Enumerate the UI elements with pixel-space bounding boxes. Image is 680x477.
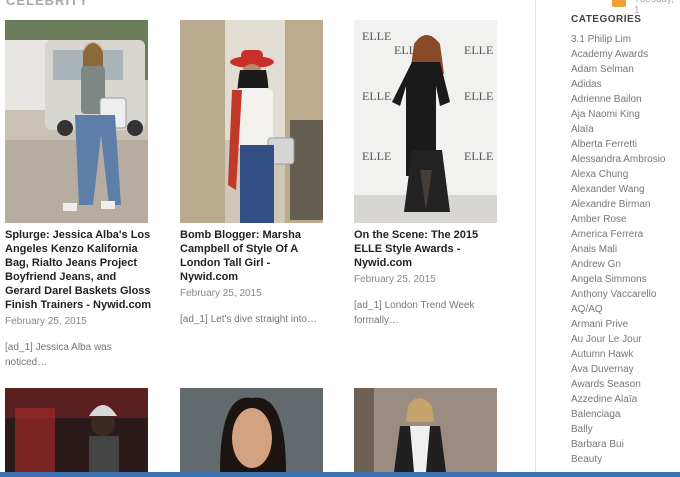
portrait-photo xyxy=(180,388,323,472)
post-thumbnail[interactable] xyxy=(5,388,148,472)
category-link[interactable]: Alexander Wang xyxy=(571,182,679,197)
category-link[interactable]: Adam Selman xyxy=(571,62,679,77)
post-date: February 25, 2015 xyxy=(180,288,262,299)
category-link[interactable]: Anthony Vaccarello xyxy=(571,287,679,302)
post-card xyxy=(354,388,504,472)
svg-text:ELLE: ELLE xyxy=(464,43,493,57)
svg-text:ELLE: ELLE xyxy=(362,89,391,103)
category-link[interactable]: Alberta Ferretti xyxy=(571,137,679,152)
post-thumbnail[interactable]: ELLE ELLE ELLE ELLE ELLE ELLE ELLE xyxy=(354,20,497,223)
category-link[interactable]: Anais Mali xyxy=(571,242,679,257)
taskbar-edge xyxy=(0,472,680,477)
category-link[interactable]: 3.1 Philip Lim xyxy=(571,32,679,47)
category-link[interactable]: Armani Prive xyxy=(571,317,679,332)
category-link[interactable]: Beauty xyxy=(571,452,679,467)
post-date: February 25, 2015 xyxy=(5,316,87,327)
category-link[interactable]: Alessandra Ambrosio xyxy=(571,152,679,167)
post-grid: Splurge: Jessica Alba's Los Angeles Kenz… xyxy=(0,0,530,477)
post-excerpt: [ad_1] Let's dive straight into… xyxy=(180,314,317,325)
red-carpet-photo: ELLE ELLE ELLE ELLE ELLE ELLE ELLE xyxy=(354,20,497,223)
category-list: 3.1 Philip Lim Academy Awards Adam Selman A… xyxy=(571,32,679,467)
svg-text:ELLE: ELLE xyxy=(362,29,391,43)
street-photo xyxy=(354,388,497,472)
street-photo xyxy=(5,20,148,223)
category-link[interactable]: Academy Awards xyxy=(571,47,679,62)
category-link[interactable]: Bally xyxy=(571,422,679,437)
post-thumbnail[interactable] xyxy=(180,20,323,223)
category-link[interactable]: Alaïa xyxy=(571,122,679,137)
category-link[interactable]: Alexandre Birman xyxy=(571,197,679,212)
post-card xyxy=(5,388,155,472)
category-link[interactable]: Adidas xyxy=(571,77,679,92)
category-link[interactable]: America Ferrera xyxy=(571,227,679,242)
street-photo xyxy=(180,20,323,223)
category-link[interactable]: Adrienne Bailon xyxy=(571,92,679,107)
svg-text:ELLE: ELLE xyxy=(362,149,391,163)
category-link[interactable]: Awards Season xyxy=(571,377,679,392)
column-divider xyxy=(535,0,536,477)
post-title-link[interactable]: Splurge: Jessica Alba's Los Angeles Kenz… xyxy=(5,228,155,312)
category-link[interactable]: Au Jour Le Jour xyxy=(571,332,679,347)
post-thumbnail[interactable] xyxy=(180,388,323,472)
post-thumbnail[interactable] xyxy=(5,20,148,223)
category-link[interactable]: Ava Duvernay xyxy=(571,362,679,377)
post-excerpt: [ad_1] London Trend Week formally… xyxy=(354,300,475,326)
category-link[interactable]: Aja Naomi King xyxy=(571,107,679,122)
category-link[interactable]: Autumn Hawk xyxy=(571,347,679,362)
category-link[interactable]: Alexa Chung xyxy=(571,167,679,182)
category-link[interactable]: AQ/AQ xyxy=(571,302,679,317)
categories-sidebar: CATEGORIES 3.1 Philip Lim Academy Awards A… xyxy=(571,14,679,467)
category-link[interactable]: Andrew Gn xyxy=(571,257,679,272)
post-title-link[interactable]: On the Scene: The 2015 ELLE Style Awards… xyxy=(354,228,504,270)
category-link[interactable]: Angela Simmons xyxy=(571,272,679,287)
post-excerpt: [ad_1] Jessica Alba was noticed… xyxy=(5,342,112,368)
calendar-icon xyxy=(612,0,626,7)
post-card: Bomb Blogger: Marsha Campbell of Style O… xyxy=(180,20,330,327)
category-link[interactable]: Barbara Bui xyxy=(571,437,679,452)
svg-text:ELLE: ELLE xyxy=(464,149,493,163)
category-link[interactable]: Balenciaga xyxy=(571,407,679,422)
post-card: ELLE ELLE ELLE ELLE ELLE ELLE ELLE On th… xyxy=(354,20,504,328)
post-date: February 25, 2015 xyxy=(354,274,436,285)
category-link[interactable]: Azzedine Alaïa xyxy=(571,392,679,407)
post-title-link[interactable]: Bomb Blogger: Marsha Campbell of Style O… xyxy=(180,228,330,284)
post-thumbnail[interactable] xyxy=(354,388,497,472)
svg-text:ELLE: ELLE xyxy=(464,89,493,103)
event-photo xyxy=(5,388,148,472)
category-link[interactable]: Amber Rose xyxy=(571,212,679,227)
categories-heading: CATEGORIES xyxy=(571,14,642,25)
post-card: Splurge: Jessica Alba's Los Angeles Kenz… xyxy=(5,20,155,370)
post-card xyxy=(180,388,330,472)
